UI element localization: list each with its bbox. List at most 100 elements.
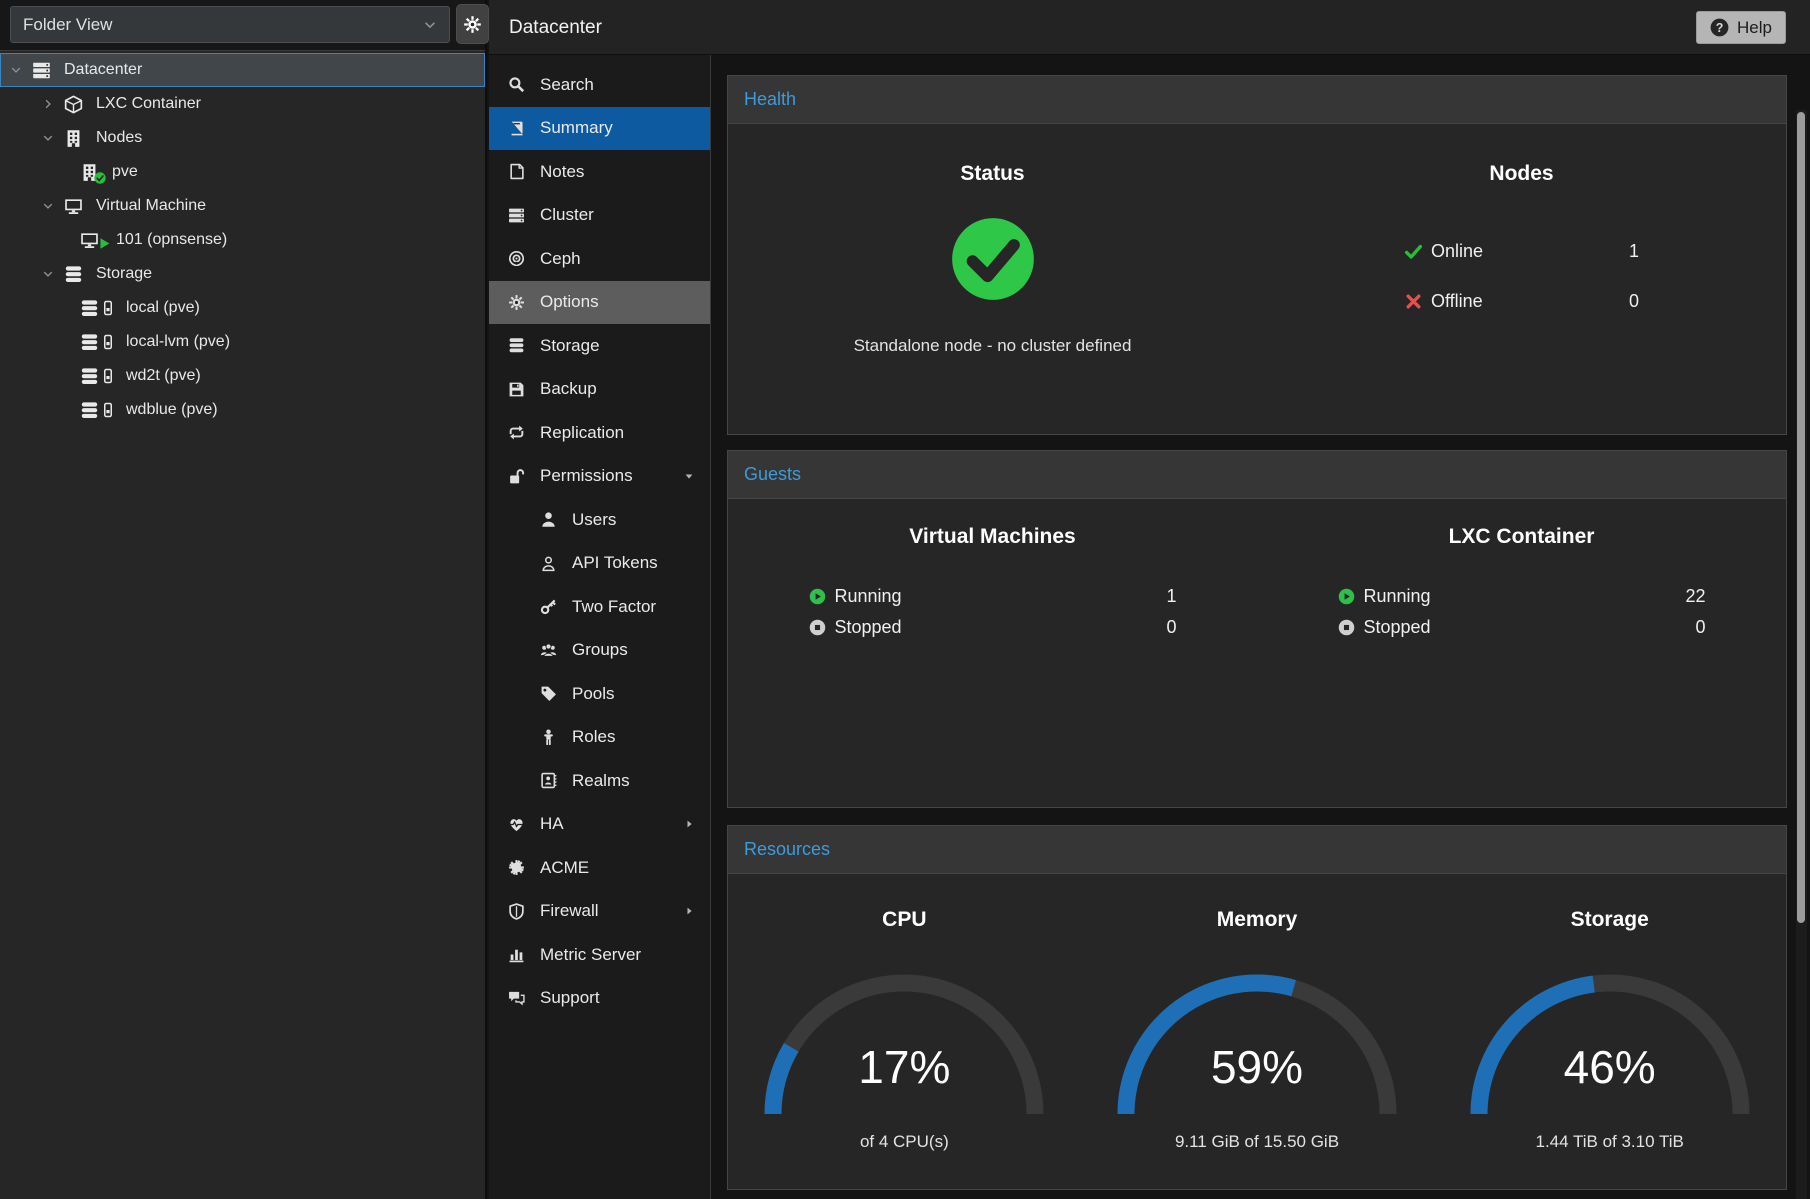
tree-item-storage-wd2t[interactable]: wd2t (pve) [0,359,485,393]
guest-row-label: Stopped [835,617,902,638]
storage-drive-icon [80,401,120,420]
storage-gauge: 46% [1460,968,1760,1120]
tree-item-label: Virtual Machine [96,197,206,215]
menu-item-firewall[interactable]: Firewall [489,890,710,934]
menu-item-search[interactable]: Search [489,63,710,107]
cube-icon [64,95,88,114]
memory-column: Memory 59% 9.11 GiB of 15.50 GiB [1081,874,1434,1190]
menu-item-notes[interactable]: Notes [489,150,710,194]
chevron-down-icon[interactable] [42,132,62,144]
menu-item-storage[interactable]: Storage [489,324,710,368]
menu-item-groups[interactable]: Groups [489,629,710,673]
chevron-down-icon[interactable] [10,64,30,76]
menu-item-label: Replication [540,423,624,443]
bar-chart-icon [505,946,527,963]
menu-item-acme[interactable]: ACME [489,846,710,890]
comments-icon [505,990,527,1007]
health-panel: Health Status Standalone node - no clust… [727,75,1787,435]
storage-caption: 1.44 TiB of 3.10 TiB [1535,1132,1683,1152]
chevron-down-icon[interactable] [42,268,62,280]
scrollbar-thumb[interactable] [1797,112,1805,923]
storage-drive-icon [80,367,120,386]
menu-item-ceph[interactable]: Ceph [489,237,710,281]
tree-item-label: wdblue (pve) [126,401,218,419]
menu-item-label: Firewall [540,901,599,921]
memory-caption: 9.11 GiB of 15.50 GiB [1175,1132,1339,1152]
vm-column: Virtual Machines Running 1 Stopped 0 [728,499,1257,808]
caret-right-icon [683,905,695,917]
menu-item-backup[interactable]: Backup [489,368,710,412]
vm-running-icon [80,231,104,250]
menu-item-roles[interactable]: Roles [489,716,710,760]
menu-item-users[interactable]: Users [489,498,710,542]
cpu-gauge: 17% [754,968,1054,1120]
menu-item-options[interactable]: Options [489,281,710,325]
tree-item-label: Nodes [96,129,142,147]
menu-item-pools[interactable]: Pools [489,672,710,716]
page-title: Datacenter [509,0,602,55]
cpu-caption: of 4 CPU(s) [860,1132,949,1152]
tree-item-storage-local[interactable]: local (pve) [0,291,485,325]
caret-down-icon [683,470,695,482]
play-circle-icon [809,588,826,605]
menu-item-label: Two Factor [572,597,656,617]
guest-row-value: 0 [1695,617,1705,638]
tree-item-datacenter[interactable]: Datacenter [0,53,485,87]
tree-item-storage-local-lvm[interactable]: local-lvm (pve) [0,325,485,359]
tree-item-pve[interactable]: pve [0,155,485,189]
menu-item-two-factor[interactable]: Two Factor [489,585,710,629]
play-circle-icon [1338,588,1355,605]
cross-icon [1404,292,1423,311]
key-icon [537,598,559,615]
tree-item-storage[interactable]: Storage [0,257,485,291]
chevron-right-icon[interactable] [42,98,62,110]
menu-item-api-tokens[interactable]: API Tokens [489,542,710,586]
caret-right-icon [683,818,695,830]
menu-item-label: Roles [572,727,615,747]
guest-row-value: 1 [1166,586,1176,607]
play-badge-icon [98,237,111,250]
menu-item-cluster[interactable]: Cluster [489,194,710,238]
server-stack-icon [505,207,527,224]
tree-item-nodes[interactable]: Nodes [0,121,485,155]
menu-item-summary[interactable]: Summary [489,107,710,151]
nodes-column: Nodes Online 1 Offline 0 [1257,124,1786,435]
status-message: Standalone node - no cluster defined [854,336,1132,356]
nodes-row-value: 0 [1629,291,1639,312]
lxc-table: Running 22 Stopped 0 [1338,581,1706,643]
help-button[interactable]: Help [1696,11,1786,44]
content-header: Datacenter Help [489,0,1810,55]
tree-item-storage-wdblue[interactable]: wdblue (pve) [0,393,485,427]
node-online-icon [80,163,104,182]
tree-item-lxc-container[interactable]: LXC Container [0,87,485,121]
tree-item-label: LXC Container [96,95,201,113]
menu-item-permissions[interactable]: Permissions [489,455,710,499]
gear-icon [463,15,482,34]
menu-item-realms[interactable]: Realms [489,759,710,803]
menu-item-metric-server[interactable]: Metric Server [489,933,710,977]
guests-panel-title: Guests [728,451,1786,499]
menu-item-label: Ceph [540,249,581,269]
cpu-percent: 17% [754,1040,1054,1094]
menu-item-label: HA [540,814,564,834]
menu-item-ha[interactable]: HA [489,803,710,847]
tree-item-label: local-lvm (pve) [126,333,230,351]
guests-panel: Guests Virtual Machines Running 1 Stoppe… [727,450,1787,808]
heartbeat-icon [505,816,527,833]
resource-tree: Datacenter LXC Container Nodes pve [0,50,485,1199]
menu-item-label: Cluster [540,205,594,225]
tree-item-virtual-machine[interactable]: Virtual Machine [0,189,485,223]
guest-row-value: 0 [1166,617,1176,638]
menu-item-support[interactable]: Support [489,977,710,1021]
menu-item-label: API Tokens [572,553,658,573]
menu-item-label: Permissions [540,466,633,486]
chevron-down-icon[interactable] [42,200,62,212]
floppy-icon [505,381,527,398]
tree-item-vm-101[interactable]: 101 (opnsense) [0,223,485,257]
menu-item-replication[interactable]: Replication [489,411,710,455]
cpu-header: CPU [882,908,926,932]
vertical-scrollbar[interactable] [1796,110,1807,1199]
menu-item-label: Notes [540,162,584,182]
tree-settings-button[interactable] [456,4,489,44]
view-selector[interactable]: Folder View [10,6,450,43]
